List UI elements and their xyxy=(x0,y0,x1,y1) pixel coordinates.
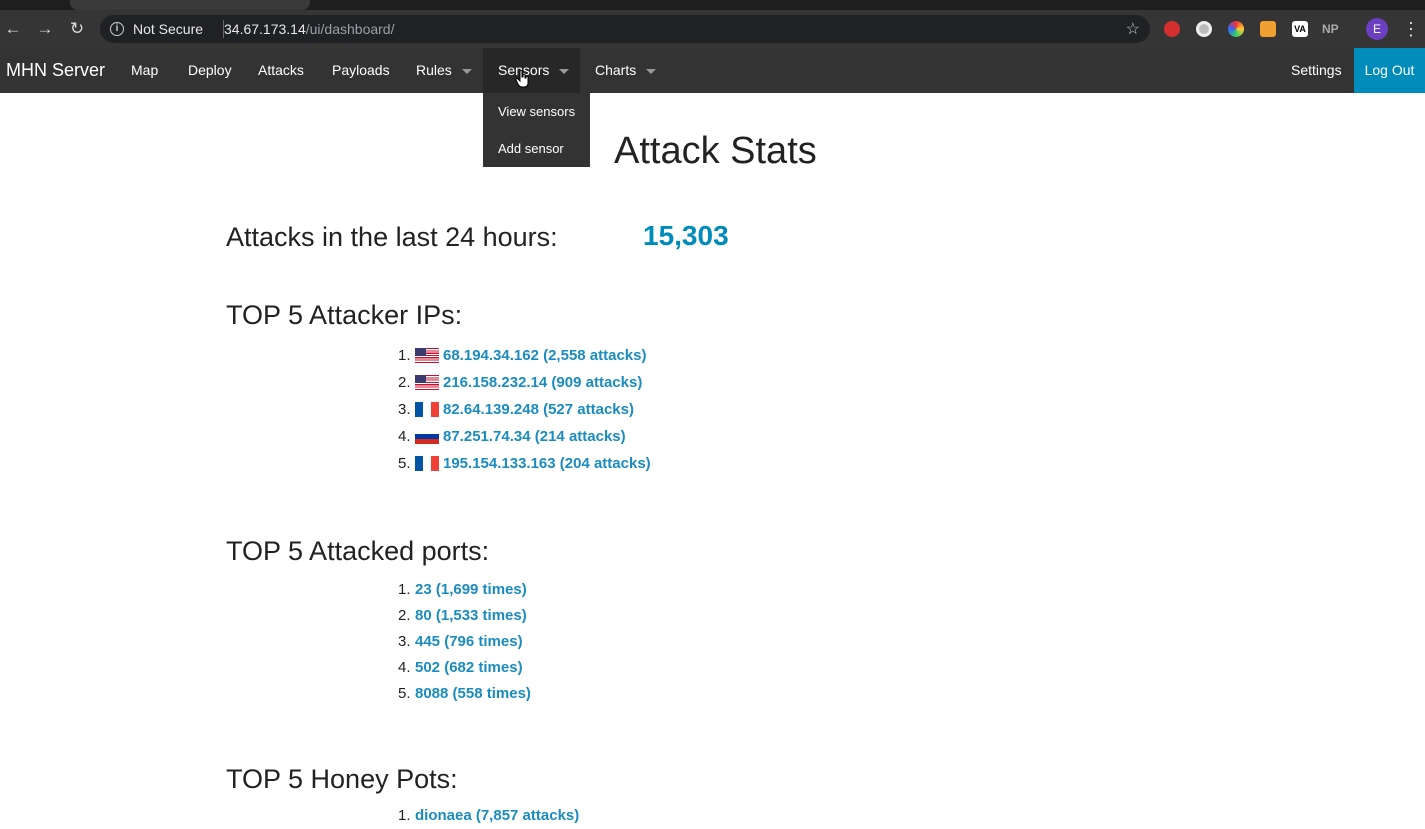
nav-attacks[interactable]: Attacks xyxy=(258,48,304,93)
url-text[interactable]: 34.67.173.14/ui/dashboard/ xyxy=(224,21,394,37)
attacker-ip-link[interactable]: 82.64.139.248 (527 attacks) xyxy=(443,401,634,418)
port-link[interactable]: 502 (682 times) xyxy=(415,659,523,676)
list-number: 3. xyxy=(398,401,411,418)
list-item: 3. 82.64.139.248 (527 attacks) xyxy=(398,396,651,423)
list-number: 1. xyxy=(398,807,411,824)
list-number: 4. xyxy=(398,659,411,676)
back-arrow-icon[interactable]: ← xyxy=(3,19,23,39)
color-extension-icon[interactable] xyxy=(1228,21,1244,37)
dashboard-content: Attack Stats Attacks in the last 24 hour… xyxy=(0,93,1425,824)
hand-cursor-icon xyxy=(515,69,529,88)
port-link[interactable]: 23 (1,699 times) xyxy=(415,581,527,598)
brand-link[interactable]: MHN Server xyxy=(6,60,105,81)
caret-down-icon xyxy=(461,68,472,74)
page-title: Attack Stats xyxy=(614,130,817,172)
list-item: 1. 68.194.34.162 (2,558 attacks) xyxy=(398,342,651,369)
nav-charts[interactable]: Charts xyxy=(595,48,657,93)
honeypot-link[interactable]: dionaea (7,857 attacks) xyxy=(415,807,579,824)
nav-charts-label: Charts xyxy=(595,62,637,78)
site-navbar: MHN Server Map Deploy Attacks Payloads R… xyxy=(0,48,1425,93)
menu-item-view-sensors[interactable]: View sensors xyxy=(483,93,590,130)
np-extension-icon[interactable]: NP xyxy=(1322,21,1342,37)
list-number: 1. xyxy=(398,581,411,598)
url-path: /ui/dashboard/ xyxy=(305,21,395,37)
list-item: 1. dionaea (7,857 attacks) xyxy=(398,802,579,829)
top-ports-title: TOP 5 Attacked ports: xyxy=(226,536,490,566)
list-item: 4. 87.251.74.34 (214 attacks) xyxy=(398,423,651,450)
attacks-24h-label: Attacks in the last 24 hours: xyxy=(226,222,558,252)
list-item: 5. 195.154.133.163 (204 attacks) xyxy=(398,450,651,477)
url-host: 34.67.173.14 xyxy=(224,21,306,37)
orange-extension-icon[interactable] xyxy=(1260,21,1276,37)
port-link[interactable]: 8088 (558 times) xyxy=(415,685,531,702)
address-bar[interactable]: i Not Secure 34.67.173.14/ui/dashboard/ … xyxy=(100,15,1150,43)
forward-arrow-icon[interactable]: → xyxy=(35,19,55,39)
attacker-ip-link[interactable]: 195.154.133.163 (204 attacks) xyxy=(443,455,651,472)
top-honeypots-list: 1. dionaea (7,857 attacks) xyxy=(398,802,579,829)
nav-settings[interactable]: Settings xyxy=(1291,48,1342,93)
caret-down-icon xyxy=(559,68,570,74)
list-number: 2. xyxy=(398,374,411,391)
profile-avatar[interactable]: E xyxy=(1366,18,1388,40)
nav-sensors[interactable]: Sensors xyxy=(483,48,580,93)
list-number: 1. xyxy=(398,347,411,364)
browser-menu-icon[interactable]: ⋮ xyxy=(1402,18,1420,40)
nav-payloads[interactable]: Payloads xyxy=(332,48,390,93)
list-number: 4. xyxy=(398,428,411,445)
list-number: 5. xyxy=(398,685,411,702)
list-item: 5. 8088 (558 times) xyxy=(398,681,531,707)
security-label[interactable]: Not Secure xyxy=(133,21,203,37)
browser-toolbar: ← → ↻ i Not Secure 34.67.173.14/ui/dashb… xyxy=(0,10,1425,48)
nav-rules[interactable]: Rules xyxy=(416,48,472,93)
browser-tab-active[interactable] xyxy=(70,0,310,10)
menu-item-add-sensor[interactable]: Add sensor xyxy=(483,130,590,167)
port-link[interactable]: 445 (796 times) xyxy=(415,633,523,650)
list-item: 2. 80 (1,533 times) xyxy=(398,603,531,629)
attacker-ip-link[interactable]: 68.194.34.162 (2,558 attacks) xyxy=(443,347,647,364)
us-flag-icon xyxy=(415,347,439,363)
list-item: 2. 216.158.232.14 (909 attacks) xyxy=(398,369,651,396)
top-ports-list: 1. 23 (1,699 times) 2. 80 (1,533 times) 3.… xyxy=(398,577,531,707)
va-extension-icon[interactable]: VA xyxy=(1292,21,1308,37)
circle-extension-icon[interactable] xyxy=(1196,21,1212,37)
list-item: 4. 502 (682 times) xyxy=(398,655,531,681)
adblock-extension-icon[interactable] xyxy=(1164,21,1180,37)
us-flag-icon xyxy=(415,374,439,390)
port-link[interactable]: 80 (1,533 times) xyxy=(415,607,527,624)
list-item: 3. 445 (796 times) xyxy=(398,629,531,655)
list-number: 2. xyxy=(398,607,411,624)
fr-flag-icon xyxy=(415,401,439,417)
reload-icon[interactable]: ↻ xyxy=(67,19,87,39)
info-icon[interactable]: i xyxy=(110,22,124,36)
nav-deploy[interactable]: Deploy xyxy=(188,48,232,93)
sensors-dropdown-menu: View sensors Add sensor xyxy=(483,93,590,167)
logout-button[interactable]: Log Out xyxy=(1354,48,1425,93)
list-item: 1. 23 (1,699 times) xyxy=(398,577,531,603)
attacker-ip-link[interactable]: 87.251.74.34 (214 attacks) xyxy=(443,428,626,445)
attacker-ip-link[interactable]: 216.158.232.14 (909 attacks) xyxy=(443,374,642,391)
bookmark-star-icon[interactable]: ☆ xyxy=(1126,19,1140,39)
browser-tabstrip xyxy=(0,0,1425,10)
nav-map[interactable]: Map xyxy=(131,48,158,93)
nav-rules-label: Rules xyxy=(416,62,452,78)
list-number: 5. xyxy=(398,455,411,472)
top-ips-list: 1. 68.194.34.162 (2,558 attacks) 2. 216.15… xyxy=(398,342,651,477)
ru-flag-icon xyxy=(415,428,439,444)
attacks-24h-count: 15,303 xyxy=(643,220,729,251)
fr-flag-icon xyxy=(415,455,439,471)
caret-down-icon xyxy=(646,68,657,74)
top-honeypots-title: TOP 5 Honey Pots: xyxy=(226,764,458,794)
list-number: 3. xyxy=(398,633,411,650)
top-ips-title: TOP 5 Attacker IPs: xyxy=(226,300,463,330)
